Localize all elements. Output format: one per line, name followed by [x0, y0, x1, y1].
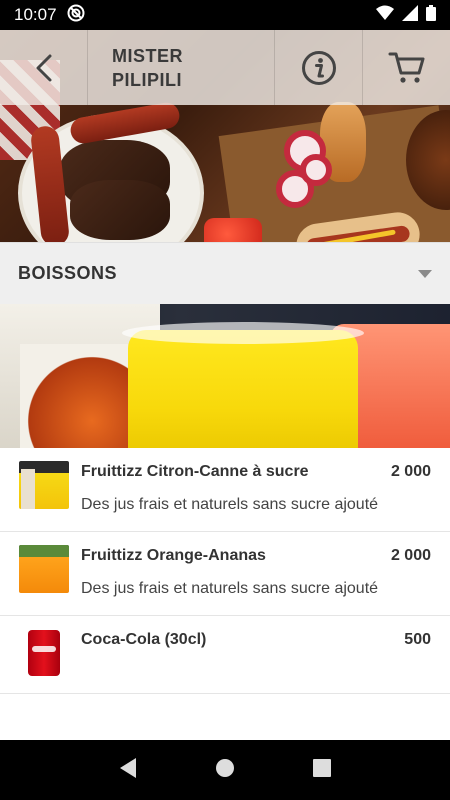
recents-square-icon [313, 758, 331, 777]
nav-back-button[interactable] [118, 757, 138, 784]
item-price: 2 000 [390, 463, 431, 480]
title-line-2: PILIPILI [112, 69, 183, 90]
top-toolbar: MISTER PILIPILI [0, 30, 450, 105]
do-not-disturb-icon [67, 4, 85, 27]
list-item[interactable]: Coca-Cola (30cl) 500 [0, 616, 450, 694]
list-item[interactable]: Fruittizz Orange-Ananas 2 000 Des jus fr… [0, 532, 450, 616]
list-item[interactable]: Fruittizz Citron-Canne à sucre 2 000 Des… [0, 448, 450, 532]
yellow-juice-thumbnail [19, 461, 69, 509]
item-name: Coca-Cola (30cl) [81, 631, 207, 648]
cart-button[interactable] [362, 30, 450, 105]
back-button[interactable] [0, 30, 88, 105]
status-bar: 10:07 [0, 0, 450, 30]
product-list: Fruittizz Citron-Canne à sucre 2 000 Des… [0, 448, 450, 694]
orange-juice-thumbnail [19, 545, 69, 593]
back-arrow-icon [36, 54, 51, 81]
back-triangle-icon [120, 757, 136, 778]
title-line-1: MISTER [112, 45, 184, 66]
item-price: 2 000 [390, 547, 431, 564]
category-banner-image [0, 304, 450, 448]
nav-recents-button[interactable] [312, 758, 332, 783]
signal-icon [402, 4, 418, 26]
system-navigation-bar [0, 740, 450, 800]
home-circle-icon [216, 758, 234, 777]
nav-home-button[interactable] [214, 757, 236, 784]
coca-cola-can-thumbnail [19, 629, 69, 677]
cart-icon [388, 52, 424, 83]
status-time: 10:07 [14, 5, 57, 24]
category-dropdown[interactable]: BOISSONS [0, 242, 450, 304]
info-button[interactable] [274, 30, 362, 105]
restaurant-title: MISTER PILIPILI [88, 30, 274, 105]
item-name: Fruittizz Orange-Ananas [81, 547, 266, 564]
battery-icon [426, 4, 436, 26]
info-icon [301, 50, 336, 85]
category-label: BOISSONS [18, 263, 118, 283]
item-name: Fruittizz Citron-Canne à sucre [81, 463, 309, 480]
item-price: 500 [404, 631, 431, 648]
wifi-icon [376, 5, 394, 26]
dropdown-arrow-icon [418, 269, 432, 278]
